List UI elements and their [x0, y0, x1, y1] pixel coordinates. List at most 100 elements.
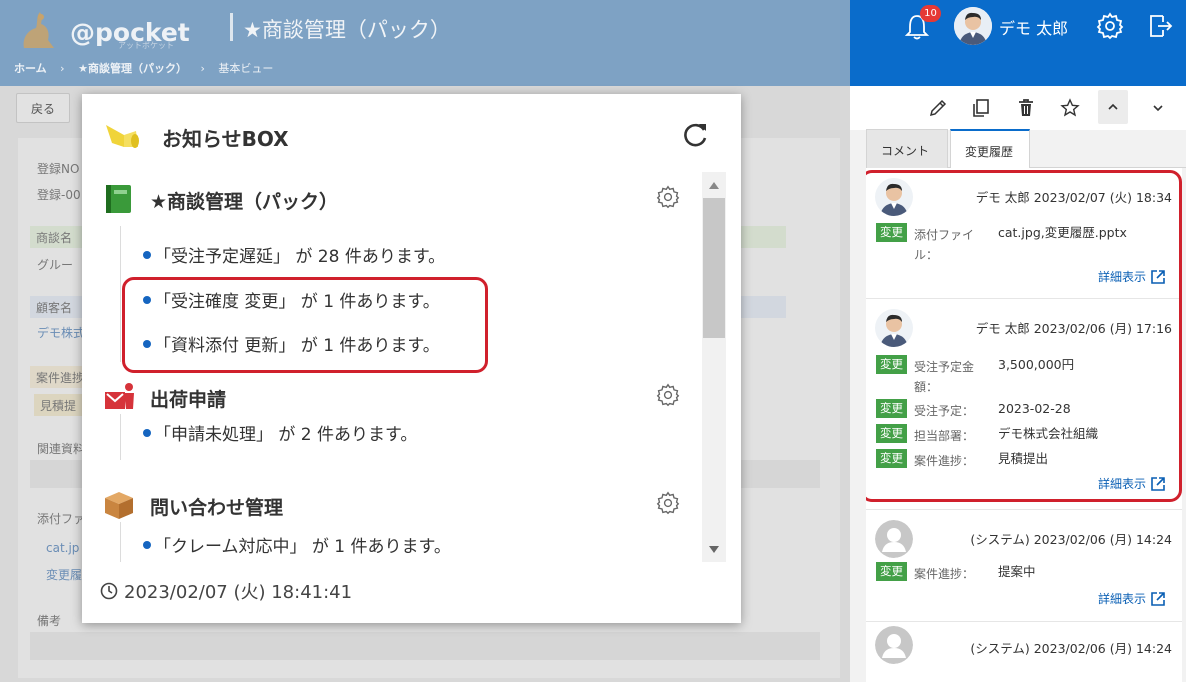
form-label: 関連資料 — [37, 442, 86, 456]
change-value: デモ株式会社組織 — [998, 426, 1099, 441]
favorite-button[interactable] — [1057, 95, 1083, 121]
change-row: 変更 案件進捗： 提案中 — [876, 562, 1176, 584]
notice-timestamp: 2023/02/07 (火) 18:41:41 — [100, 578, 352, 604]
notice-item[interactable]: 「申請未処理」 が 2 件あります。 — [143, 420, 417, 445]
avatar — [875, 520, 913, 558]
next-record-button[interactable] — [1145, 95, 1171, 121]
page-title: ★商談管理（パック） — [243, 18, 451, 42]
breadcrumb-home[interactable]: ホーム — [14, 62, 47, 75]
avatar[interactable] — [954, 7, 992, 45]
trash-icon — [1019, 99, 1033, 116]
notice-item[interactable]: 「資料添付 更新」 が 1 件あります。 — [143, 331, 440, 356]
scrollbar[interactable] — [702, 172, 726, 562]
notice-item-text: 「資料添付 更新」 が 1 件あります。 — [154, 336, 440, 356]
notice-item[interactable]: 「受注予定遅延」 が 28 件あります。 — [143, 242, 445, 267]
delete-button[interactable] — [1013, 95, 1039, 121]
attachment-link[interactable]: 変更履 — [46, 566, 82, 583]
notice-item-text: 「申請未処理」 が 2 件あります。 — [154, 425, 418, 445]
refresh-icon[interactable] — [680, 120, 710, 150]
notice-box: お知らせBOX ★商談管理（パック） 「受注予定遅延」 が 28 件あります。 … — [82, 94, 741, 623]
scroll-thumb[interactable] — [703, 198, 725, 338]
change-badge: 変更 — [876, 424, 907, 443]
change-label: 受注予定： — [914, 404, 975, 418]
change-row: 変更 案件進捗： 見積提出 — [876, 449, 1176, 471]
gear-icon[interactable] — [656, 383, 680, 407]
section-title[interactable]: ★商談管理（パック） — [150, 187, 338, 214]
gear-icon[interactable] — [656, 185, 680, 209]
notice-section: 問い合わせ管理 「クレーム対応中」 が 1 件あります。 — [82, 488, 702, 562]
tab-change-history[interactable]: 変更履歴 — [950, 129, 1030, 169]
change-label: 案件進捗： — [914, 454, 975, 468]
notice-item[interactable]: 「クレーム対応中」 が 1 件あります。 — [143, 532, 451, 557]
scroll-up-arrow-icon[interactable] — [709, 182, 719, 189]
change-badge: 変更 — [876, 562, 907, 581]
shipping-request-icon — [105, 383, 134, 409]
bullet-icon — [143, 251, 151, 259]
notice-title: お知らせBOX — [162, 127, 289, 151]
detail-link[interactable]: 詳細表示 — [1098, 475, 1166, 492]
change-row: 変更 受注予定： 2023-02-28 — [876, 399, 1176, 421]
history-datetime: 2023/02/07 (火) 18:34 — [1033, 190, 1172, 205]
attachment-link[interactable]: cat.jp — [46, 541, 79, 555]
change-label: 添付ファイル： — [914, 228, 975, 262]
notice-section: ★商談管理（パック） 「受注予定遅延」 が 28 件あります。 「受注確度 変更… — [82, 182, 702, 373]
avatar — [875, 178, 913, 216]
notice-item-text: 「受注予定遅延」 が 28 件あります。 — [154, 247, 446, 267]
right-panel: 10 デモ 太郎 コメント 変更履歴 デモ 太郎 2023/02/07 (火) … — [850, 0, 1186, 682]
user-bar: 10 デモ 太郎 — [850, 0, 1186, 86]
history-entry: (システム) 2023/02/06 (月) 14:24 — [866, 622, 1182, 682]
change-value: cat.jpg,変更履歴.pptx — [998, 225, 1127, 240]
notice-list: ★商談管理（パック） 「受注予定遅延」 が 28 件あります。 「受注確度 変更… — [82, 172, 741, 562]
notice-item[interactable]: 「受注確度 変更」 が 1 件あります。 — [143, 287, 440, 312]
previous-record-button[interactable] — [1098, 90, 1128, 124]
box-icon — [105, 492, 133, 519]
scroll-down-arrow-icon[interactable] — [709, 546, 719, 553]
detail-link-label: 詳細表示 — [1097, 592, 1146, 606]
copy-button[interactable] — [968, 95, 994, 121]
bullet-icon — [143, 541, 151, 549]
breadcrumb-separator: › — [200, 62, 205, 75]
back-button[interactable]: 戻る — [16, 93, 70, 123]
history-meta: (システム) 2023/02/06 (月) 14:24 — [970, 638, 1172, 657]
detail-link[interactable]: 詳細表示 — [1098, 590, 1166, 607]
history-meta: デモ 太郎 2023/02/07 (火) 18:34 — [976, 187, 1172, 206]
history-meta: (システム) 2023/02/06 (月) 14:24 — [970, 529, 1172, 548]
detail-link[interactable]: 詳細表示 — [1098, 268, 1166, 285]
section-title[interactable]: 問い合わせ管理 — [150, 493, 283, 520]
form-label: 登録NO — [37, 162, 80, 176]
edit-button[interactable] — [925, 95, 951, 121]
megaphone-icon — [106, 125, 139, 148]
notice-item-text: 「クレーム対応中」 が 1 件あります。 — [154, 537, 451, 557]
panel-tabs: コメント 変更履歴 — [866, 129, 1186, 169]
app-logo[interactable]: @pocket アットポケット — [14, 6, 190, 50]
external-link-icon — [1151, 269, 1165, 284]
history-author: デモ 太郎 — [975, 190, 1030, 205]
detail-link-label: 詳細表示 — [1097, 477, 1146, 491]
tab-comment[interactable]: コメント — [866, 129, 948, 168]
form-field — [30, 632, 820, 660]
form-value: グルー — [37, 258, 74, 272]
notice-timestamp-text: 2023/02/07 (火) 18:41:41 — [124, 582, 353, 603]
chevron-down-icon — [1153, 105, 1163, 112]
notification-badge: 10 — [920, 5, 941, 22]
chevron-up-icon — [1108, 103, 1118, 110]
history-datetime: 2023/02/06 (月) 14:24 — [1033, 641, 1172, 656]
section-title[interactable]: 出荷申請 — [150, 385, 226, 412]
external-link-icon — [1151, 476, 1165, 491]
change-badge: 変更 — [876, 449, 907, 468]
bullet-icon — [143, 296, 151, 304]
header-separator — [230, 13, 233, 41]
gear-icon[interactable] — [656, 491, 680, 515]
gear-icon[interactable] — [1096, 12, 1124, 40]
logout-icon[interactable] — [1146, 12, 1174, 40]
user-name[interactable]: デモ 太郎 — [999, 15, 1068, 39]
history-entry: デモ 太郎 2023/02/07 (火) 18:34 変更 添付ファイル： ca… — [866, 168, 1182, 299]
notice-items: 「受注予定遅延」 が 28 件あります。 「受注確度 変更」 が 1 件あります… — [120, 226, 680, 362]
breadcrumb-app[interactable]: ★商談管理（パック） — [78, 62, 187, 75]
history-author: デモ 太郎 — [975, 321, 1030, 336]
history-datetime: 2023/02/06 (月) 14:24 — [1033, 532, 1172, 547]
star-icon — [1060, 98, 1080, 117]
history-datetime: 2023/02/06 (月) 17:16 — [1033, 321, 1172, 336]
bullet-icon — [143, 429, 151, 437]
notice-section: 出荷申請 「申請未処理」 が 2 件あります。 — [82, 380, 702, 470]
